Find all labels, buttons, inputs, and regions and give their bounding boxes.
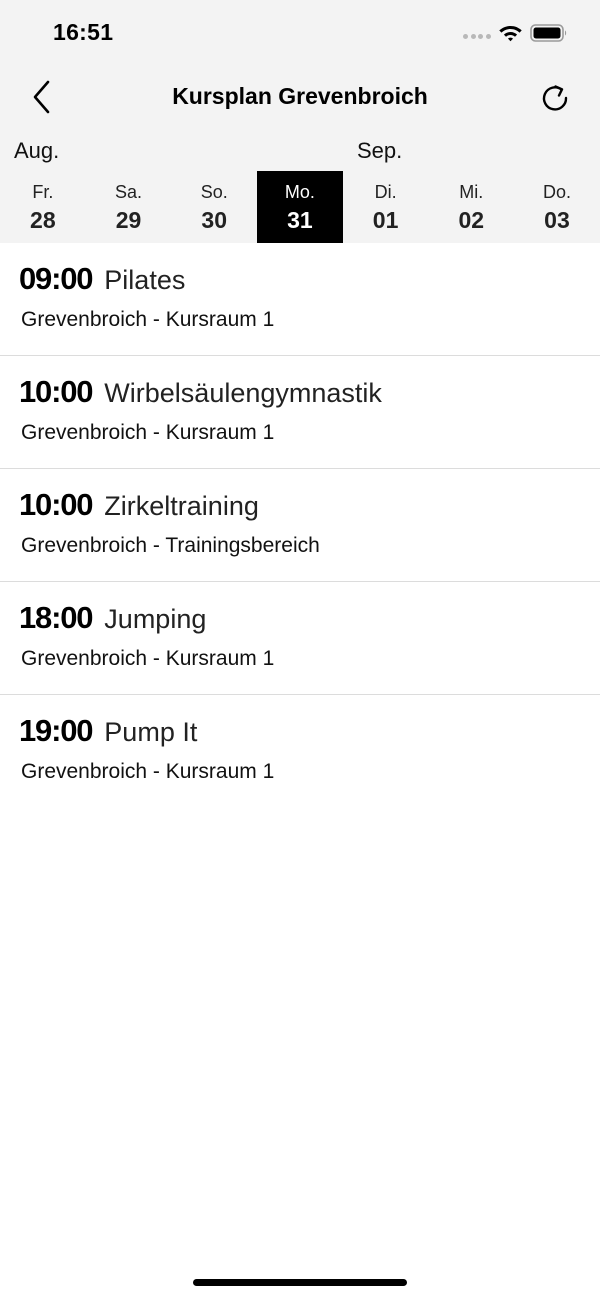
- day-number: 03: [544, 207, 570, 233]
- day-do-03[interactable]: Do. 03: [514, 171, 600, 243]
- course-name: Wirbelsäulengymnastik: [104, 378, 382, 408]
- course-heading: 18:00 Jumping: [19, 600, 206, 636]
- course-location: Grevenbroich - Kursraum 1: [21, 308, 275, 331]
- day-name: Fr.: [32, 182, 54, 202]
- day-mo-31-selected[interactable]: Mo. 31: [257, 171, 343, 243]
- course-name: Pilates: [104, 265, 186, 295]
- day-name: Do.: [542, 182, 571, 202]
- wifi-icon: [499, 26, 522, 42]
- battery-icon: [530, 24, 567, 42]
- course-heading: 10:00 Wirbelsäulengymnastik: [19, 374, 382, 410]
- course-time: 18:00: [19, 600, 94, 635]
- refresh-icon: [542, 85, 568, 111]
- day-so-30[interactable]: So. 30: [171, 171, 257, 243]
- course-heading: 19:00 Pump It: [19, 713, 197, 749]
- course-name: Jumping: [104, 604, 207, 634]
- header-area: 16:51 Kursplan Grevenbroich Aug. Sep. Fr…: [0, 0, 600, 243]
- course-location: Grevenbroich - Kursraum 1: [21, 647, 275, 670]
- nav-bar: Kursplan Grevenbroich: [0, 66, 600, 128]
- page-title: Kursplan Grevenbroich: [172, 83, 428, 109]
- course-location: Grevenbroich - Trainingsbereich: [21, 534, 320, 557]
- course-time: 10:00: [19, 374, 94, 409]
- month-label-aug: Aug.: [14, 138, 60, 163]
- day-number: 28: [30, 207, 56, 233]
- day-number: 31: [287, 207, 313, 233]
- home-indicator[interactable]: [193, 1279, 407, 1286]
- day-number: 30: [201, 207, 228, 233]
- day-name: Mi.: [459, 182, 484, 202]
- course-name: Pump It: [104, 717, 198, 747]
- course-item-pump-it[interactable]: 19:00 Pump It Grevenbroich - Kursraum 1: [0, 695, 600, 808]
- refresh-button[interactable]: [533, 76, 577, 120]
- course-time: 19:00: [19, 713, 94, 748]
- status-time: 16:51: [53, 19, 114, 45]
- day-number: 01: [372, 207, 399, 233]
- course-time: 09:00: [19, 261, 94, 296]
- course-heading: 10:00 Zirkeltraining: [19, 487, 259, 523]
- course-heading: 09:00 Pilates: [19, 261, 185, 297]
- course-item-jumping[interactable]: 18:00 Jumping Grevenbroich - Kursraum 1: [0, 582, 600, 695]
- course-item-zirkeltraining[interactable]: 10:00 Zirkeltraining Grevenbroich - Train…: [0, 469, 600, 582]
- course-name: Zirkeltraining: [104, 491, 259, 521]
- status-bar: 16:51: [0, 0, 600, 66]
- day-name: Di.: [374, 182, 397, 202]
- day-di-01[interactable]: Di. 01: [343, 171, 429, 243]
- course-location: Grevenbroich - Kursraum 1: [21, 421, 275, 444]
- day-number: 02: [458, 207, 485, 233]
- day-name: Sa.: [115, 182, 143, 202]
- day-mi-02[interactable]: Mi. 02: [428, 171, 514, 243]
- signal-dots-icon: [463, 34, 493, 40]
- course-location: Grevenbroich - Kursraum 1: [21, 760, 275, 783]
- day-fr-28[interactable]: Fr. 28: [0, 171, 86, 243]
- course-list: 09:00 Pilates Grevenbroich - Kursraum 1 1…: [0, 243, 600, 808]
- day-sa-29[interactable]: Sa. 29: [86, 171, 172, 243]
- course-item-wirbelsaeulengymnastik[interactable]: 10:00 Wirbelsäulengymnastik Grevenbroich …: [0, 356, 600, 469]
- day-number: 29: [115, 207, 142, 233]
- day-selector: Fr. 28 Sa. 29 So. 30 Mo. 31 Di. 01 Mi. 0…: [0, 171, 600, 243]
- month-label-sep: Sep.: [357, 138, 403, 163]
- course-time: 10:00: [19, 487, 94, 522]
- day-name: Mo.: [284, 182, 315, 202]
- day-name: So.: [200, 182, 228, 202]
- course-item-pilates[interactable]: 09:00 Pilates Grevenbroich - Kursraum 1: [0, 243, 600, 356]
